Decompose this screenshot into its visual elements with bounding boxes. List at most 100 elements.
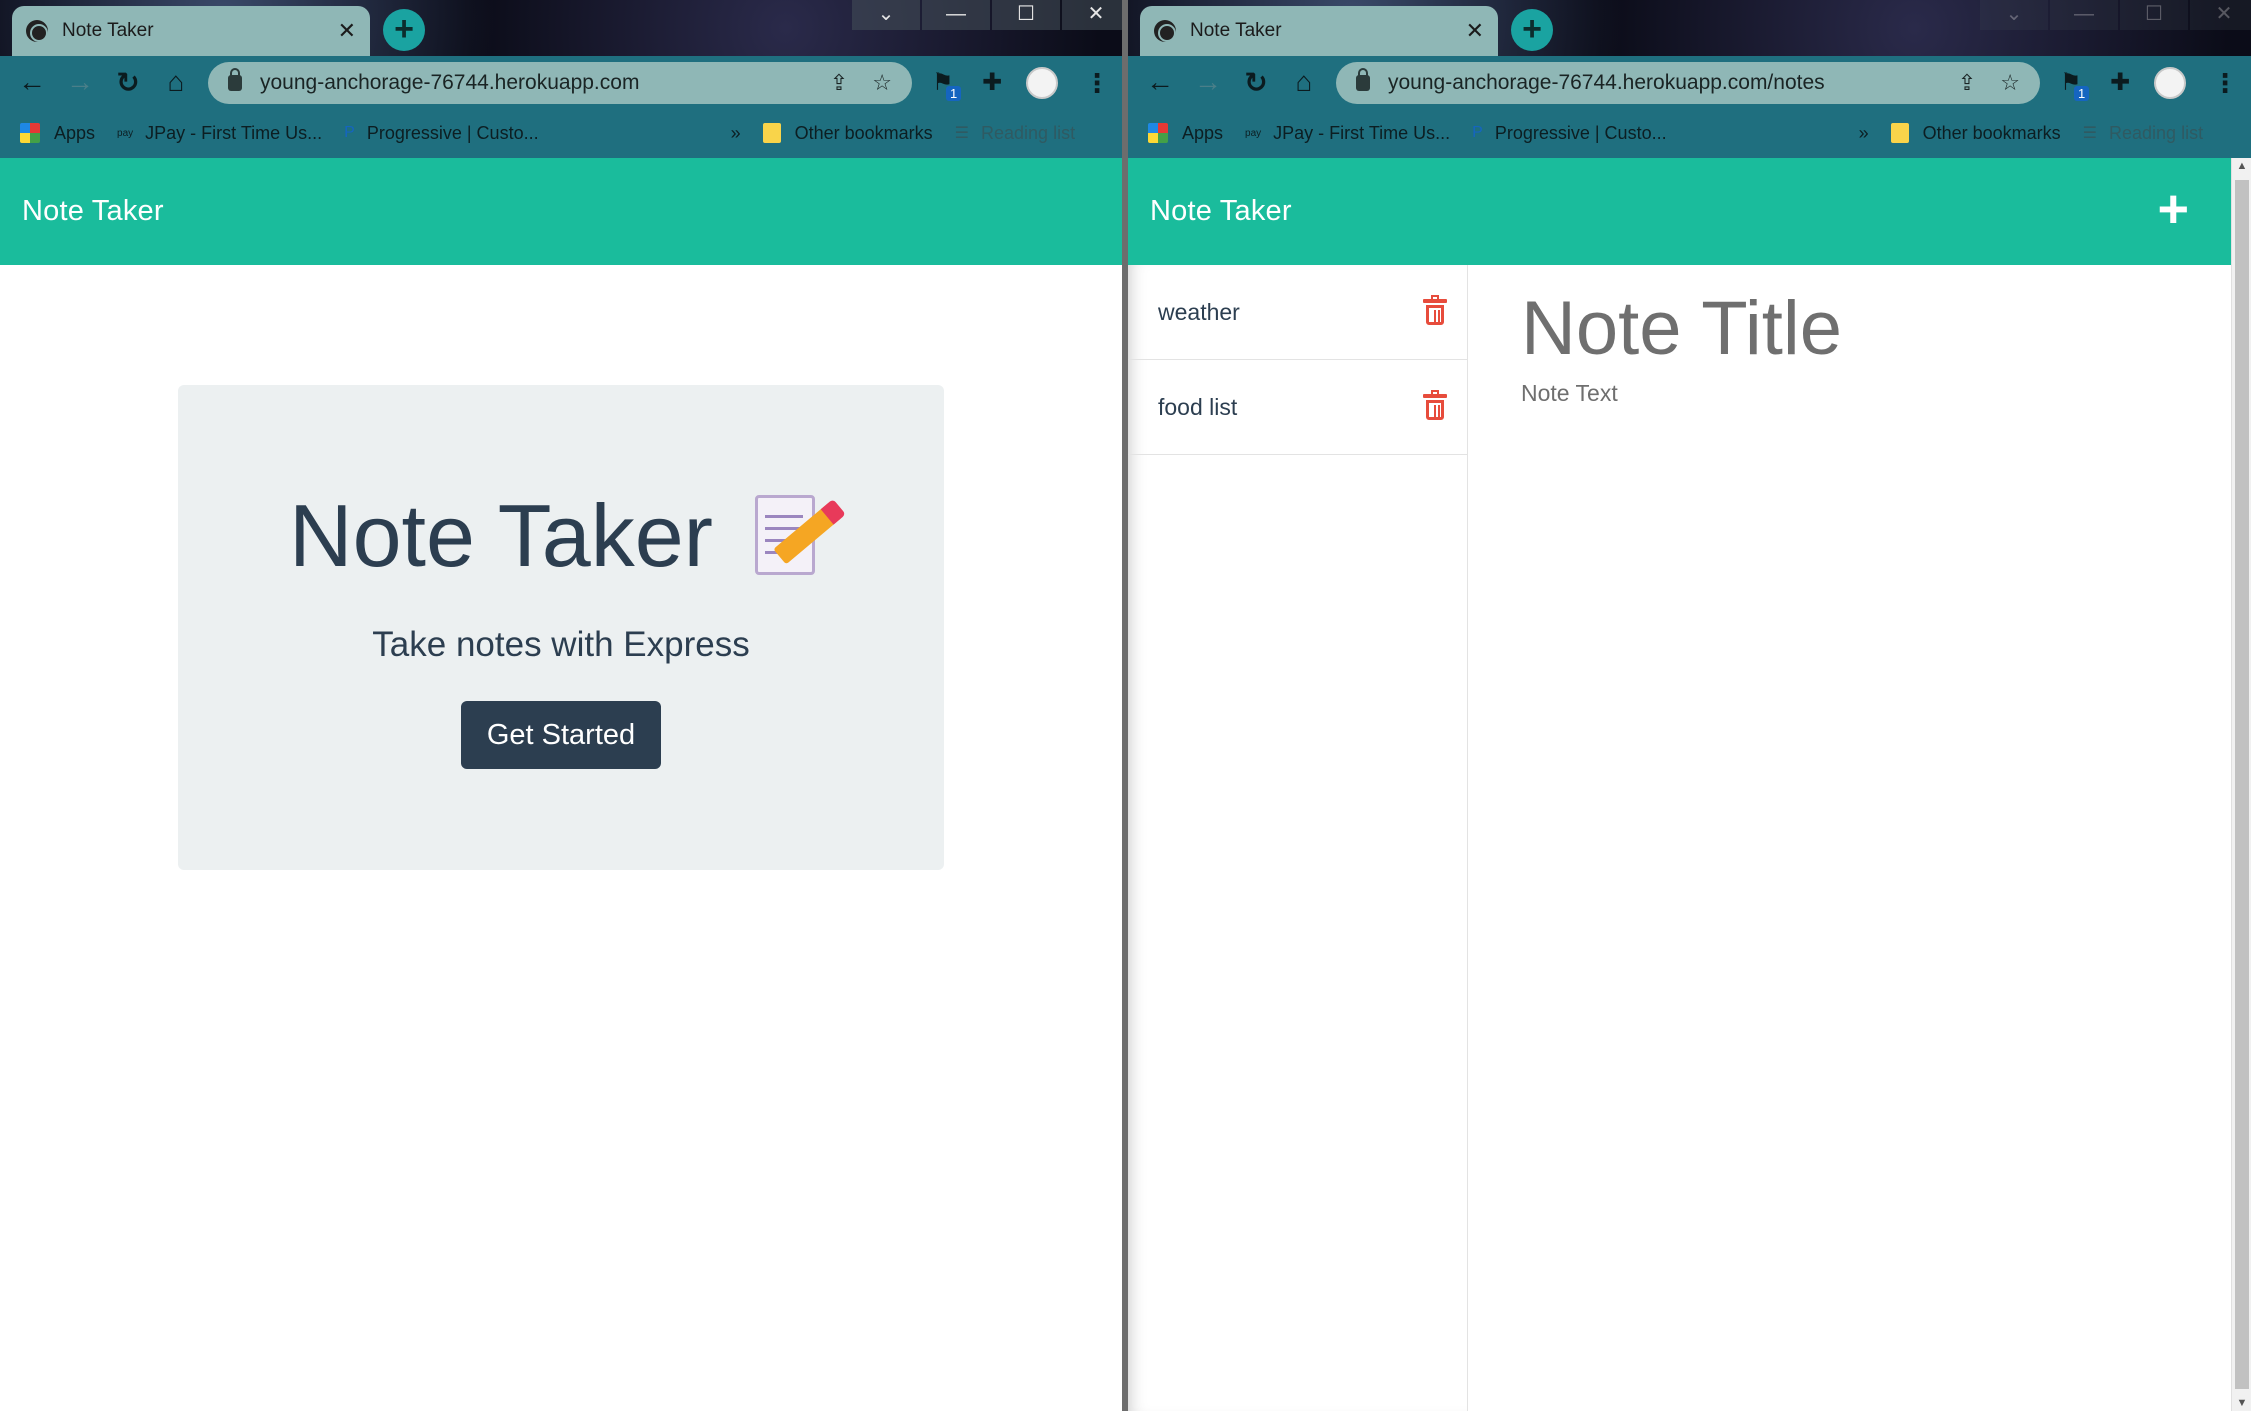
close-tab-icon[interactable]: ✕: [1466, 18, 1484, 44]
browser-tab[interactable]: Note Taker ✕: [1140, 6, 1498, 56]
reading-list-icon: ☰: [954, 125, 970, 142]
bookmarks-bar: Apps pay JPay - First Time Us... P Progres…: [0, 108, 1122, 158]
globe-icon: [1154, 20, 1176, 42]
forward-icon[interactable]: →: [56, 66, 104, 98]
star-icon[interactable]: ☆: [872, 70, 892, 96]
maximize-button[interactable]: ☐: [2120, 0, 2188, 30]
back-icon[interactable]: ←: [8, 66, 56, 98]
reload-icon[interactable]: ↻: [104, 66, 152, 99]
puzzle-icon[interactable]: ✚: [2110, 68, 2130, 97]
new-note-plus-icon[interactable]: +: [2157, 182, 2189, 236]
forward-icon[interactable]: →: [1184, 66, 1232, 98]
note-title[interactable]: weather: [1158, 299, 1425, 326]
reload-icon[interactable]: ↻: [1232, 66, 1280, 99]
tab-title: Note Taker: [62, 20, 154, 41]
folder-icon: [1890, 123, 1909, 143]
reading-list[interactable]: ☰ Reading list: [955, 123, 1075, 144]
tab-strip: Note Taker ✕ + ⌄ — ☐ ✕: [1128, 0, 2251, 56]
landing-page: Note Taker Note Taker Take notes with Ex…: [0, 158, 1122, 1411]
jpay-icon: pay: [1245, 127, 1262, 139]
share-icon[interactable]: ⇪: [830, 70, 848, 96]
tab-title: Note Taker: [1190, 20, 1282, 41]
progressive-icon: P: [1472, 124, 1483, 141]
navbar: Note Taker: [0, 158, 1122, 265]
note-title-input[interactable]: Note Title: [1521, 285, 2211, 372]
puzzle-icon[interactable]: ✚: [982, 68, 1002, 97]
reading-list-icon: ☰: [2082, 125, 2098, 142]
browser-window-right: Note Taker ✕ + ⌄ — ☐ ✕ ← → ↻ ⌂ young-anc…: [1128, 0, 2251, 1411]
bookmarks-overflow[interactable]: »: [1859, 123, 1869, 144]
close-window-button[interactable]: ✕: [2190, 0, 2251, 30]
browser-toolbar: ← → ↻ ⌂ young-anchorage-76744.herokuapp.…: [1128, 56, 2251, 108]
url-text: young-anchorage-76744.herokuapp.com: [260, 71, 640, 94]
window-controls: ⌄ — ☐ ✕: [1978, 0, 2251, 30]
hero-subtitle: Take notes with Express: [372, 625, 750, 664]
navbar-brand[interactable]: Note Taker: [22, 195, 164, 228]
profile-avatar[interactable]: [1026, 67, 1058, 99]
jumbotron: Note Taker Take notes with Express Get S…: [178, 385, 944, 870]
notes-list: weather food list: [1128, 265, 1468, 1411]
close-window-button[interactable]: ✕: [1062, 0, 1122, 30]
home-icon[interactable]: ⌂: [152, 66, 200, 98]
scroll-thumb[interactable]: [2235, 180, 2249, 1389]
scroll-down-arrow[interactable]: ▼: [2232, 1397, 2251, 1409]
minimize-button[interactable]: —: [2050, 0, 2118, 30]
bookmark-jpay[interactable]: pay JPay - First Time Us...: [117, 123, 322, 144]
page-scrollbar[interactable]: ▲ ▼: [2231, 158, 2251, 1411]
url-text: young-anchorage-76744.herokuapp.com/note…: [1388, 71, 1825, 94]
menu-kebab-icon[interactable]: ⋮: [2212, 68, 2238, 99]
bookmark-apps[interactable]: Apps: [1148, 123, 1223, 144]
star-icon[interactable]: ☆: [2000, 70, 2020, 96]
bookmark-progressive[interactable]: P Progressive | Custo...: [344, 123, 538, 144]
navbar-brand[interactable]: Note Taker: [1150, 195, 1292, 228]
tab-search-button[interactable]: ⌄: [1980, 0, 2048, 30]
globe-icon: [26, 20, 48, 42]
window-controls: ⌄ — ☐ ✕: [850, 0, 1122, 30]
note-text-input[interactable]: Note Text: [1521, 380, 2211, 407]
browser-window-left: Note Taker ✕ + ⌄ — ☐ ✕ ← → ↻ ⌂ young-anc…: [0, 0, 1122, 1411]
profile-avatar[interactable]: [2154, 67, 2186, 99]
menu-kebab-icon[interactable]: ⋮: [1084, 68, 1110, 99]
home-icon[interactable]: ⌂: [1280, 66, 1328, 98]
new-tab-button[interactable]: +: [383, 9, 425, 51]
navbar: Note Taker +: [1128, 158, 2231, 265]
trash-icon[interactable]: [1423, 390, 1447, 420]
bookmarks-bar: Apps pay JPay - First Time Us... P Progres…: [1128, 108, 2251, 158]
bookmark-jpay[interactable]: pay JPay - First Time Us...: [1245, 123, 1450, 144]
lock-icon: [1356, 68, 1370, 91]
scroll-up-arrow[interactable]: ▲: [2232, 160, 2251, 172]
tab-strip: Note Taker ✕ + ⌄ — ☐ ✕: [0, 0, 1122, 56]
hero-title: Note Taker: [289, 486, 713, 585]
note-title[interactable]: food list: [1158, 394, 1425, 421]
bookmark-progressive[interactable]: P Progressive | Custo...: [1472, 123, 1666, 144]
maximize-button[interactable]: ☐: [992, 0, 1060, 30]
minimize-button[interactable]: —: [922, 0, 990, 30]
folder-icon: [762, 123, 781, 143]
bookmark-apps[interactable]: Apps: [20, 123, 95, 144]
address-bar[interactable]: young-anchorage-76744.herokuapp.com ⇪ ☆: [208, 62, 912, 104]
extension-badge: 1: [2074, 86, 2090, 101]
trash-icon[interactable]: [1423, 295, 1447, 325]
reading-list[interactable]: ☰ Reading list: [2083, 123, 2203, 144]
share-icon[interactable]: ⇪: [1958, 70, 1976, 96]
tab-search-button[interactable]: ⌄: [852, 0, 920, 30]
browser-toolbar: ← → ↻ ⌂ young-anchorage-76744.herokuapp.…: [0, 56, 1122, 108]
new-tab-button[interactable]: +: [1511, 9, 1553, 51]
list-item[interactable]: weather: [1128, 265, 1467, 360]
apps-grid-icon: [20, 123, 40, 143]
back-icon[interactable]: ←: [1136, 66, 1184, 98]
list-item[interactable]: food list: [1128, 360, 1467, 455]
close-tab-icon[interactable]: ✕: [338, 18, 356, 44]
lock-icon: [228, 68, 242, 91]
notes-page: Note Taker + weather food list Note Titl…: [1128, 158, 2231, 1411]
address-bar[interactable]: young-anchorage-76744.herokuapp.com/note…: [1336, 62, 2040, 104]
extension-badge: 1: [946, 86, 962, 101]
bookmark-other[interactable]: Other bookmarks: [1890, 123, 2061, 144]
memo-icon: [751, 493, 843, 579]
get-started-button[interactable]: Get Started: [460, 701, 662, 769]
bookmarks-overflow[interactable]: »: [731, 123, 741, 144]
jpay-icon: pay: [117, 127, 134, 139]
apps-grid-icon: [1148, 123, 1168, 143]
bookmark-other[interactable]: Other bookmarks: [762, 123, 933, 144]
browser-tab[interactable]: Note Taker ✕: [12, 6, 370, 56]
